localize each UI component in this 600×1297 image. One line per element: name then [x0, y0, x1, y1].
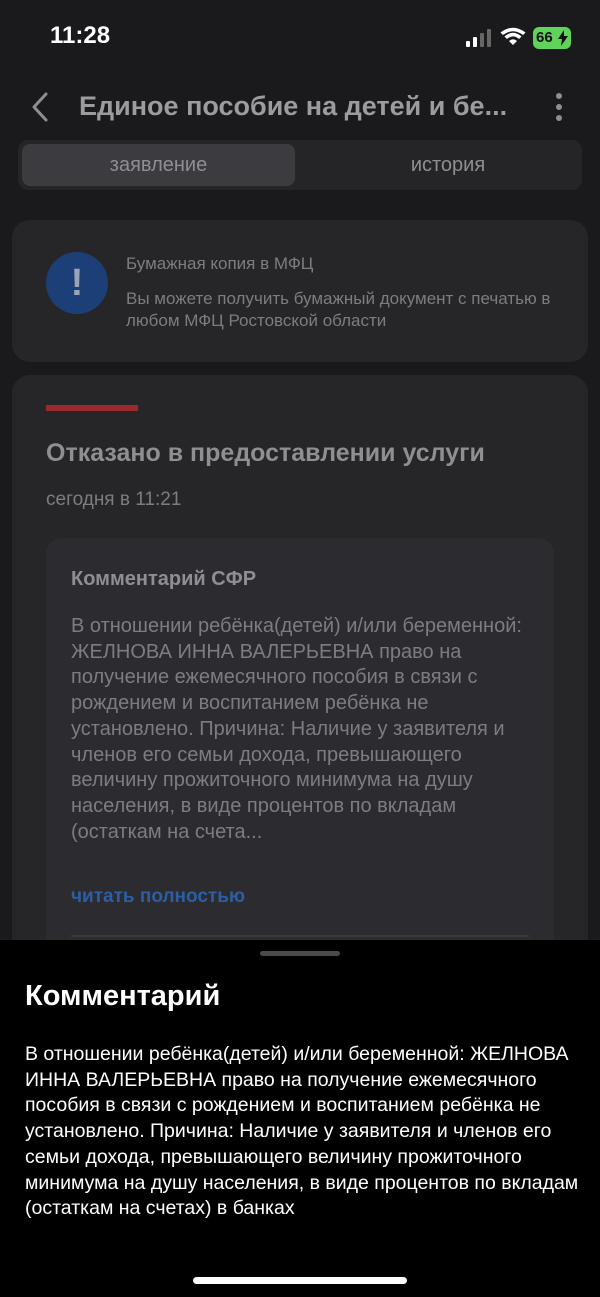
more-options-icon[interactable] [552, 92, 566, 122]
service-page: Единое пособие на детей и бе... заявлени… [0, 0, 600, 975]
sheet-title: Комментарий [25, 980, 221, 1012]
sheet-comment-text: В отношении ребёнка(детей) и/или беремен… [25, 1043, 579, 1220]
status-card: Отказано в предоставлении услуги сегодня… [12, 375, 588, 975]
tab-application[interactable]: заявление [22, 144, 295, 186]
comment-text: В отношении ребёнка(детей) и/или беремен… [71, 615, 522, 843]
segmented-control: заявление история [18, 140, 582, 190]
home-indicator[interactable] [193, 1277, 407, 1284]
status-date: сегодня в 11:21 [46, 489, 182, 510]
info-title: Бумажная копия в МФЦ [126, 254, 314, 273]
navigation-bar: Единое пособие на детей и бе... [0, 80, 600, 136]
tab-history[interactable]: история [318, 144, 578, 186]
comment-block: Комментарий СФР В отношении ребёнка(дете… [46, 538, 554, 958]
comment-bottom-sheet: Комментарий В отношении ребёнка(детей) и… [0, 940, 600, 1297]
read-more-link[interactable]: читать полностью [71, 886, 245, 908]
back-chevron-icon[interactable] [28, 90, 52, 124]
page-title: Единое пособие на детей и бе... [79, 91, 508, 121]
comment-title: Комментарий СФР [71, 568, 257, 590]
info-text: Вы можете получить бумажный документ с п… [126, 289, 551, 330]
info-card: ! Бумажная копия в МФЦ Вы можете получит… [12, 220, 588, 362]
divider [71, 935, 529, 937]
status-title: Отказано в предоставлении услуги [46, 439, 485, 467]
error-status-bar [46, 405, 138, 411]
sheet-grabber-handle[interactable] [260, 951, 340, 956]
exclamation-icon: ! [46, 252, 108, 314]
